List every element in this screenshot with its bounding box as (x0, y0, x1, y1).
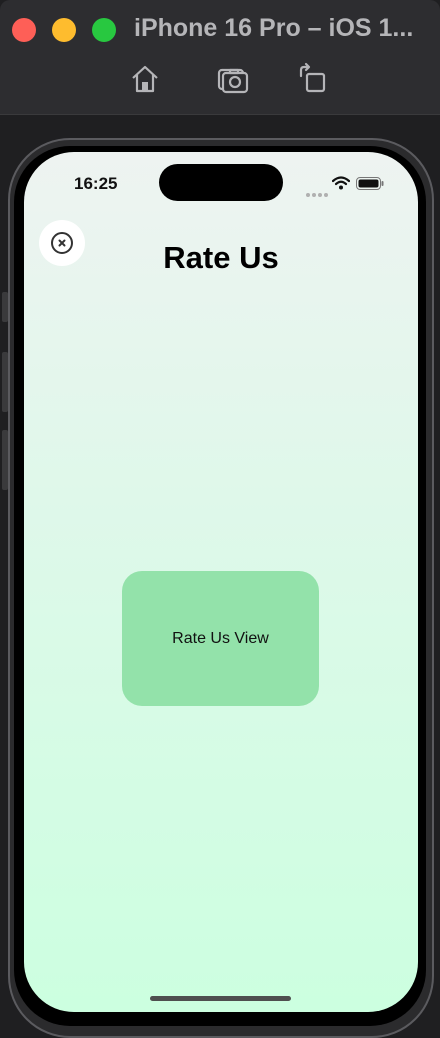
battery-icon (356, 177, 384, 190)
signal-icon (306, 184, 330, 202)
rate-us-card[interactable]: Rate Us View (122, 571, 319, 706)
page-title: Rate Us (163, 240, 279, 275)
volume-down-button[interactable] (2, 430, 8, 490)
home-icon[interactable] (128, 62, 162, 96)
rate-us-label: Rate Us View (172, 629, 269, 647)
status-time: 16:25 (74, 174, 118, 193)
wifi-icon (332, 176, 350, 190)
home-indicator[interactable] (150, 996, 291, 1001)
volume-up-button[interactable] (2, 352, 8, 412)
close-window-button[interactable] (12, 18, 36, 42)
simulator-titlebar: iPhone 16 Pro – iOS 1... (0, 0, 440, 115)
window-title: iPhone 16 Pro – iOS 1... (134, 14, 414, 42)
action-button[interactable] (2, 292, 8, 322)
screenshot-camera-icon[interactable] (216, 62, 250, 96)
dynamic-island (159, 164, 283, 201)
device-screen: 16:25 Rate Us Rate Us View (24, 152, 418, 1012)
zoom-window-button[interactable] (92, 18, 116, 42)
minimize-window-button[interactable] (52, 18, 76, 42)
rotate-icon[interactable] (296, 62, 330, 96)
